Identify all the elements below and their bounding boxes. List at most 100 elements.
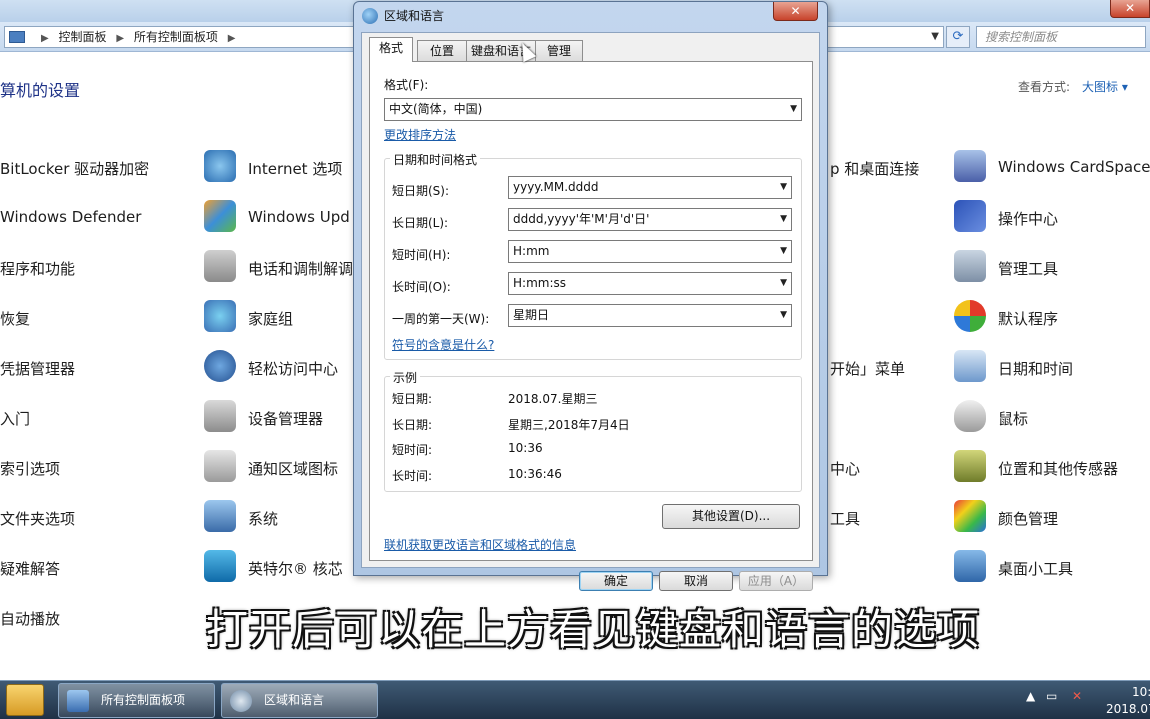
tab-administrative[interactable]: 管理	[535, 40, 583, 61]
example-short-time-label: 短时间:	[392, 443, 433, 457]
symbol-meaning-link[interactable]: 符号的含意是什么?	[392, 336, 494, 353]
apply-button[interactable]: 应用（A）	[739, 571, 813, 591]
clock-date[interactable]: 2018.07	[1106, 702, 1150, 716]
cp-item-mouse[interactable]: 鼠标	[998, 408, 1028, 429]
taskbar-item-label: 区域和语言	[264, 693, 325, 707]
admin-tools-icon	[954, 250, 986, 282]
cp-item-internet-options[interactable]: Internet 选项	[248, 158, 342, 179]
cp-item-desktop-gadgets[interactable]: 桌面小工具	[998, 558, 1073, 579]
first-day-select[interactable]: 星期日 ▼	[508, 304, 792, 327]
tab-location[interactable]: 位置	[417, 40, 467, 61]
device-manager-icon	[204, 400, 236, 432]
cp-item-notification-icons[interactable]: 通知区域图标	[248, 458, 338, 479]
cp-item-location-sensors[interactable]: 位置和其他传感器	[998, 458, 1118, 479]
chevron-down-icon: ▼	[780, 310, 787, 320]
cp-item-homegroup[interactable]: 家庭组	[248, 308, 293, 329]
cp-item-bitlocker[interactable]: BitLocker 驱动器加密	[0, 158, 149, 179]
cp-item-intel-graphics[interactable]: 英特尔® 核芯	[248, 558, 343, 579]
long-date-select[interactable]: dddd,yyyy'年'M'月'd'日' ▼	[508, 208, 792, 231]
tab-formats[interactable]: 格式	[369, 37, 413, 62]
chevron-down-icon: ▼	[780, 214, 787, 224]
globe-icon	[362, 8, 378, 24]
short-time-select[interactable]: H:mm ▼	[508, 240, 792, 263]
short-time-value: H:mm	[513, 244, 550, 258]
cp-item-folder-options[interactable]: 文件夹选项	[0, 508, 75, 529]
search-input[interactable]: 搜索控制面板	[976, 26, 1146, 48]
cp-item-recovery[interactable]: 恢复	[0, 308, 30, 329]
cp-item-tools[interactable]: 工具	[830, 508, 860, 529]
example-long-date-label: 长日期:	[392, 418, 433, 432]
format-select-value: 中文(简体，中国)	[389, 102, 483, 116]
cp-item-admin-tools[interactable]: 管理工具	[998, 258, 1058, 279]
color-management-icon	[954, 500, 986, 532]
volume-muted-icon[interactable]: ✕	[1072, 689, 1082, 703]
long-time-value: H:mm:ss	[513, 276, 566, 290]
breadcrumb-all-items[interactable]: 所有控制面板项	[134, 30, 218, 44]
dialog-body: 格式 位置 键盘和语言 管理 格式(F): 中文(简体，中国) ▼ 更改排序方法…	[361, 32, 820, 568]
chevron-down-icon: ▼	[790, 104, 797, 114]
format-select[interactable]: 中文(简体，中国) ▼	[384, 98, 802, 121]
change-sort-link[interactable]: 更改排序方法	[384, 126, 456, 143]
region-language-dialog: 区域和语言 ✕ 格式 位置 键盘和语言 管理 格式(F): 中文(简体，中国) …	[353, 1, 828, 591]
gadgets-icon	[954, 550, 986, 582]
explorer-folder-icon[interactable]	[6, 684, 44, 716]
example-short-date-value: 2018.07.星期三	[508, 392, 598, 406]
cp-item-programs[interactable]: 程序和功能	[0, 258, 75, 279]
cp-item-system[interactable]: 系统	[248, 508, 278, 529]
control-panel-icon	[9, 31, 25, 43]
dialog-close-button[interactable]: ✕	[773, 2, 818, 21]
cp-item-getting-started[interactable]: 入门	[0, 408, 30, 429]
cp-item-windows-update[interactable]: Windows Upd	[248, 208, 350, 226]
clock-time[interactable]: 10:	[1132, 685, 1150, 699]
control-panel-icon	[67, 690, 89, 712]
cp-item-sync-center[interactable]: 中心	[830, 458, 860, 479]
datetime-format-group-title: 日期和时间格式	[390, 151, 481, 168]
breadcrumb-control-panel[interactable]: 控制面板	[59, 30, 107, 44]
cp-item-defender[interactable]: Windows Defender	[0, 208, 141, 226]
cp-item-autoplay[interactable]: 自动播放	[0, 608, 60, 629]
cp-item-ease-of-access[interactable]: 轻松访问中心	[248, 358, 338, 379]
ok-button[interactable]: 确定	[579, 571, 653, 591]
long-date-value: dddd,yyyy'年'M'月'd'日'	[513, 212, 650, 226]
cp-item-start-menu[interactable]: 开始」菜单	[830, 358, 905, 379]
cp-item-troubleshooting[interactable]: 疑难解答	[0, 558, 60, 579]
short-date-select[interactable]: yyyy.MM.dddd ▼	[508, 176, 792, 199]
example-long-date-value: 星期三,2018年7月4日	[508, 418, 630, 432]
cp-item-remote-desktop[interactable]: p 和桌面连接	[830, 158, 919, 179]
cp-item-date-time[interactable]: 日期和时间	[998, 358, 1073, 379]
refresh-button[interactable]: ⟳	[946, 26, 970, 48]
cp-item-action-center[interactable]: 操作中心	[998, 208, 1058, 229]
cp-item-color-management[interactable]: 颜色管理	[998, 508, 1058, 529]
other-settings-button[interactable]: 其他设置(D)...	[662, 504, 800, 529]
cardspace-icon	[954, 150, 986, 182]
show-hidden-icons-icon[interactable]: ▲	[1026, 689, 1035, 703]
example-short-date-label: 短日期:	[392, 392, 433, 406]
chevron-down-icon: ▼	[780, 182, 787, 192]
first-day-value: 星期日	[513, 308, 550, 322]
taskbar-item-control-panel[interactable]: 所有控制面板项	[58, 683, 215, 718]
window-close-button[interactable]: ✕	[1110, 0, 1150, 18]
cp-item-phone-modem[interactable]: 电话和调制解调	[248, 258, 353, 279]
taskbar-item-region[interactable]: 区域和语言	[221, 683, 378, 718]
windows-update-icon	[204, 200, 236, 232]
short-date-label: 短日期(S):	[392, 184, 450, 198]
online-info-link[interactable]: 联机获取更改语言和区域格式的信息	[384, 536, 576, 553]
system-icon	[204, 500, 236, 532]
dialog-title: 区域和语言	[384, 9, 445, 23]
network-icon[interactable]: ▭	[1046, 689, 1057, 703]
cp-item-indexing[interactable]: 索引选项	[0, 458, 60, 479]
long-time-select[interactable]: H:mm:ss ▼	[508, 272, 792, 295]
chevron-down-icon: ▼	[780, 278, 787, 288]
long-date-label: 长日期(L):	[392, 216, 449, 230]
cp-item-default-programs[interactable]: 默认程序	[998, 308, 1058, 329]
example-long-time-label: 长时间:	[392, 469, 433, 483]
cp-item-credential[interactable]: 凭据管理器	[0, 358, 75, 379]
taskbar-item-label: 所有控制面板项	[101, 693, 186, 707]
view-by-dropdown[interactable]: 大图标 ▾	[1082, 78, 1128, 95]
examples-group-title: 示例	[390, 369, 421, 386]
cp-item-cardspace[interactable]: Windows CardSpace	[998, 158, 1150, 176]
chevron-down-icon[interactable]: ▼	[931, 27, 939, 47]
video-subtitle: 打开后可以在上方看见键盘和语言的选项	[206, 605, 981, 654]
cancel-button[interactable]: 取消	[659, 571, 733, 591]
cp-item-device-manager[interactable]: 设备管理器	[248, 408, 323, 429]
